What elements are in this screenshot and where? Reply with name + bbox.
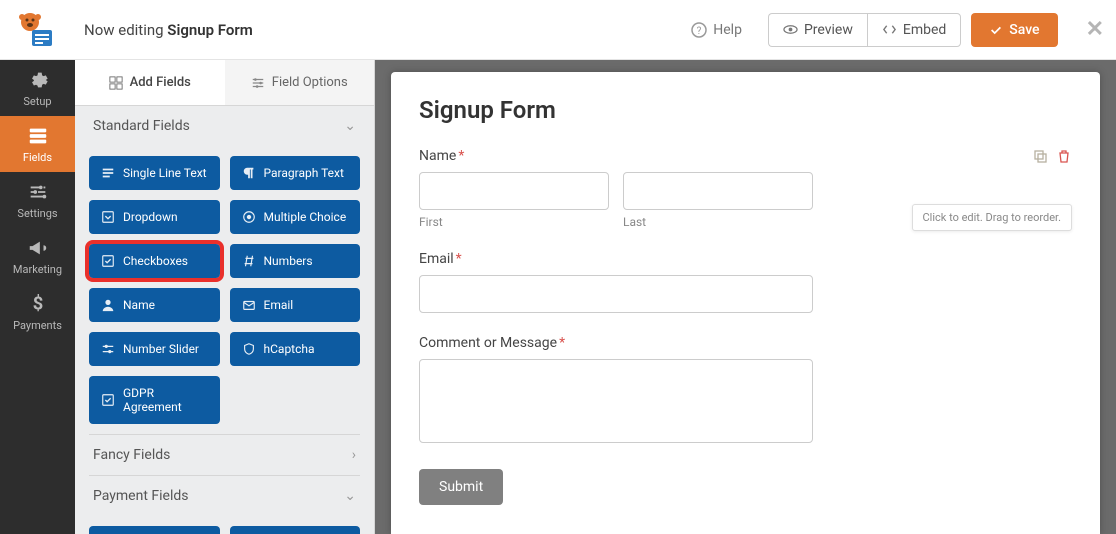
sliders-icon xyxy=(27,181,49,203)
help-icon: ? xyxy=(691,22,707,38)
vnav-fields[interactable]: Fields xyxy=(0,116,75,172)
chevron-right-icon: › xyxy=(352,447,356,463)
duplicate-icon[interactable] xyxy=(1032,148,1048,164)
field-btn-dropdown[interactable]: Dropdown xyxy=(89,200,220,234)
vnav-label: Setup xyxy=(23,95,51,108)
payment-btn-multiple-items[interactable]: Multiple Items xyxy=(230,526,361,534)
field-button-label: Email xyxy=(264,298,294,312)
field-button-label: Checkboxes xyxy=(123,254,188,268)
field-btn-name[interactable]: Name xyxy=(89,288,220,322)
chevron-down-icon: ⌄ xyxy=(344,118,356,134)
field-btn-hcaptcha[interactable]: hCaptcha xyxy=(230,332,361,366)
last-sublabel: Last xyxy=(623,215,813,229)
field-button-label: Number Slider xyxy=(123,342,199,356)
field-button-label: Multiple Choice xyxy=(264,210,347,224)
section-payment-fields[interactable]: Payment Fields ⌄ xyxy=(75,476,374,516)
field-btn-gdpr-agreement[interactable]: GDPR Agreement xyxy=(89,376,220,424)
close-button[interactable]: ✕ xyxy=(1086,17,1104,42)
vnav-setup[interactable]: Setup xyxy=(0,60,75,116)
field-btn-numbers[interactable]: Numbers xyxy=(230,244,361,278)
dot-circle-icon xyxy=(242,210,256,224)
field-email[interactable]: Email* xyxy=(419,251,1072,313)
field-btn-checkboxes[interactable]: Checkboxes xyxy=(89,244,220,278)
field-btn-email[interactable]: Email xyxy=(230,288,361,322)
check-sq-icon xyxy=(101,254,115,268)
grid-icon xyxy=(109,76,123,90)
field-btn-multiple-choice[interactable]: Multiple Choice xyxy=(230,200,361,234)
form-preview: Signup Form Name* First Last xyxy=(391,72,1100,534)
bullhorn-icon xyxy=(27,237,49,259)
field-btn-single-line-text[interactable]: Single Line Text xyxy=(89,156,220,190)
vertical-nav: Setup Fields Settings Marketing $ Paymen… xyxy=(0,60,75,534)
name-label: Name* xyxy=(419,148,1072,164)
wpforms-logo xyxy=(12,8,60,52)
list-icon xyxy=(27,125,49,147)
save-button[interactable]: Save xyxy=(971,13,1057,47)
field-button-label: Numbers xyxy=(264,254,313,268)
section-standard-fields[interactable]: Standard Fields ⌄ xyxy=(75,106,374,146)
field-button-label: Dropdown xyxy=(123,210,178,224)
user-icon xyxy=(101,298,115,312)
comment-label: Comment or Message* xyxy=(419,335,1072,351)
field-button-label: Name xyxy=(123,298,155,312)
hash-icon xyxy=(242,254,256,268)
vnav-label: Settings xyxy=(17,207,57,220)
reorder-hint: Click to edit. Drag to reorder. xyxy=(912,204,1072,231)
gear-icon xyxy=(27,69,49,91)
svg-text:$: $ xyxy=(32,293,43,314)
field-button-label: hCaptcha xyxy=(264,342,315,356)
check-icon xyxy=(989,23,1003,37)
editing-title: Now editing Signup Form xyxy=(84,21,253,39)
form-title: Signup Form xyxy=(419,96,1072,124)
vnav-label: Marketing xyxy=(13,263,62,276)
field-name[interactable]: Name* First Last Click to edit. Drag to xyxy=(419,148,1072,229)
fields-sidebar: Add Fields Field Options Standard Fields… xyxy=(75,60,375,534)
tab-field-options[interactable]: Field Options xyxy=(225,60,375,105)
vnav-settings[interactable]: Settings xyxy=(0,172,75,228)
preview-button[interactable]: Preview xyxy=(768,13,867,47)
field-button-label: Paragraph Text xyxy=(264,166,344,180)
vnav-payments[interactable]: $ Payments xyxy=(0,284,75,340)
paragraph-icon xyxy=(242,166,256,180)
field-button-label: GDPR Agreement xyxy=(123,386,208,414)
code-icon xyxy=(882,22,897,37)
first-name-input[interactable] xyxy=(419,172,609,210)
dollar-icon: $ xyxy=(27,293,49,315)
eye-icon xyxy=(783,22,798,37)
field-button-label: Single Line Text xyxy=(123,166,207,180)
sliders-h-icon xyxy=(251,76,265,90)
email-label: Email* xyxy=(419,251,1072,267)
field-btn-number-slider[interactable]: Number Slider xyxy=(89,332,220,366)
last-name-input[interactable] xyxy=(623,172,813,210)
svg-text:?: ? xyxy=(697,26,702,37)
field-comment[interactable]: Comment or Message* xyxy=(419,335,1072,447)
envelope-icon xyxy=(242,298,256,312)
field-btn-paragraph-text[interactable]: Paragraph Text xyxy=(230,156,361,190)
check-sq-icon xyxy=(101,393,115,407)
trash-icon[interactable] xyxy=(1056,148,1072,164)
comment-textarea[interactable] xyxy=(419,359,813,443)
payment-btn-single-item[interactable]: Single Item xyxy=(89,526,220,534)
submit-button[interactable]: Submit xyxy=(419,469,503,505)
vnav-label: Payments xyxy=(13,319,62,332)
chevron-down-icon: ⌄ xyxy=(344,488,356,504)
text-icon xyxy=(101,166,115,180)
top-toolbar: Now editing Signup Form ? Help Preview E… xyxy=(0,0,1116,60)
embed-button[interactable]: Embed xyxy=(867,13,961,47)
shield-icon xyxy=(242,342,256,356)
form-canvas: Signup Form Name* First Last xyxy=(375,60,1116,534)
tab-add-fields[interactable]: Add Fields xyxy=(75,60,225,105)
section-fancy-fields[interactable]: Fancy Fields › xyxy=(75,435,374,475)
sliders-h-icon xyxy=(101,342,115,356)
help-link[interactable]: ? Help xyxy=(691,22,742,38)
email-input[interactable] xyxy=(419,275,813,313)
caret-sq-icon xyxy=(101,210,115,224)
first-sublabel: First xyxy=(419,215,609,229)
vnav-marketing[interactable]: Marketing xyxy=(0,228,75,284)
vnav-label: Fields xyxy=(23,151,52,164)
